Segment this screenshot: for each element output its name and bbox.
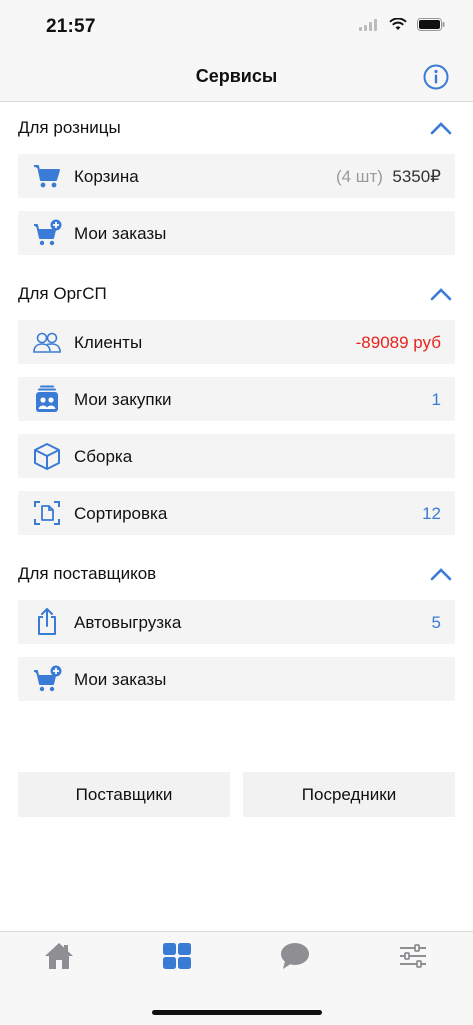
autoupload-row[interactable]: Автовыгрузка 5 — [18, 600, 455, 644]
chevron-up-icon[interactable] — [429, 120, 453, 136]
clients-row[interactable]: Клиенты -89089 руб — [18, 320, 455, 364]
section-title: Для ОргСП — [18, 284, 107, 303]
suppliers-button[interactable]: Поставщики — [18, 772, 230, 817]
status-icons — [359, 18, 445, 31]
status-bar: 21:57 — [0, 0, 473, 54]
info-icon[interactable] — [423, 64, 449, 90]
section-header-retail[interactable]: Для розницы — [0, 102, 473, 154]
cart-row[interactable]: Корзина (4 шт) 5350₽ — [18, 154, 455, 198]
cart-add-icon — [34, 219, 62, 246]
chevron-up-icon[interactable] — [429, 286, 453, 302]
row-label: Автовыгрузка — [74, 613, 182, 632]
row-label: Клиенты — [74, 333, 143, 352]
purchases-icon — [36, 385, 58, 412]
row-label: Мои заказы — [74, 670, 167, 689]
row-label: Мои заказы — [74, 224, 167, 243]
services-list: Для розницы Корзина (4 шт) 5350₽ Мои зак… — [0, 102, 473, 714]
autoupload-count: 5 — [431, 613, 441, 632]
page-title: Сервисы — [195, 66, 278, 86]
battery-icon — [417, 18, 445, 31]
home-indicator — [152, 1010, 322, 1015]
users-icon — [33, 332, 61, 353]
purchases-count: 1 — [431, 390, 441, 409]
row-label: Мои закупки — [74, 390, 172, 409]
section-header-suppliers[interactable]: Для поставщиков — [0, 548, 473, 600]
section-title: Для поставщиков — [18, 564, 157, 583]
purchases-row[interactable]: Мои закупки 1 — [18, 377, 455, 421]
cart-icon — [34, 165, 60, 188]
section-header-orgsp[interactable]: Для ОргСП — [0, 268, 473, 320]
cart-add-icon — [34, 665, 62, 692]
signal-icon — [359, 18, 377, 31]
supplier-orders-row[interactable]: Мои заказы — [18, 657, 455, 701]
chevron-up-icon[interactable] — [429, 566, 453, 582]
sorting-row[interactable]: Сортировка 12 — [18, 491, 455, 535]
assembly-row[interactable]: Сборка — [18, 434, 455, 478]
cart-summary: (4 шт) 5350₽ — [336, 167, 441, 187]
retail-orders-row[interactable]: Мои заказы — [18, 211, 455, 255]
bottom-buttons: Поставщики Посредники — [18, 772, 455, 817]
clients-balance: -89089 руб — [355, 333, 441, 352]
wifi-icon — [389, 18, 407, 30]
chat-icon[interactable] — [279, 940, 311, 972]
row-label: Корзина — [74, 167, 139, 186]
box-icon — [34, 443, 60, 470]
cart-count: (4 шт) — [335, 167, 383, 186]
status-time: 21:57 — [46, 16, 96, 37]
cart-amount: 5350₽ — [392, 167, 441, 186]
scan-document-icon — [34, 501, 60, 525]
share-upload-icon — [38, 608, 56, 635]
section-title: Для розницы — [18, 118, 121, 137]
sorting-count: 12 — [422, 504, 441, 523]
row-label: Сортировка — [74, 504, 168, 523]
row-label: Сборка — [74, 447, 133, 466]
intermediaries-button[interactable]: Посредники — [243, 772, 455, 817]
home-icon[interactable] — [43, 940, 75, 972]
nav-bar: Сервисы — [0, 54, 473, 102]
sliders-icon[interactable] — [397, 940, 429, 972]
grid-icon[interactable] — [161, 940, 193, 972]
